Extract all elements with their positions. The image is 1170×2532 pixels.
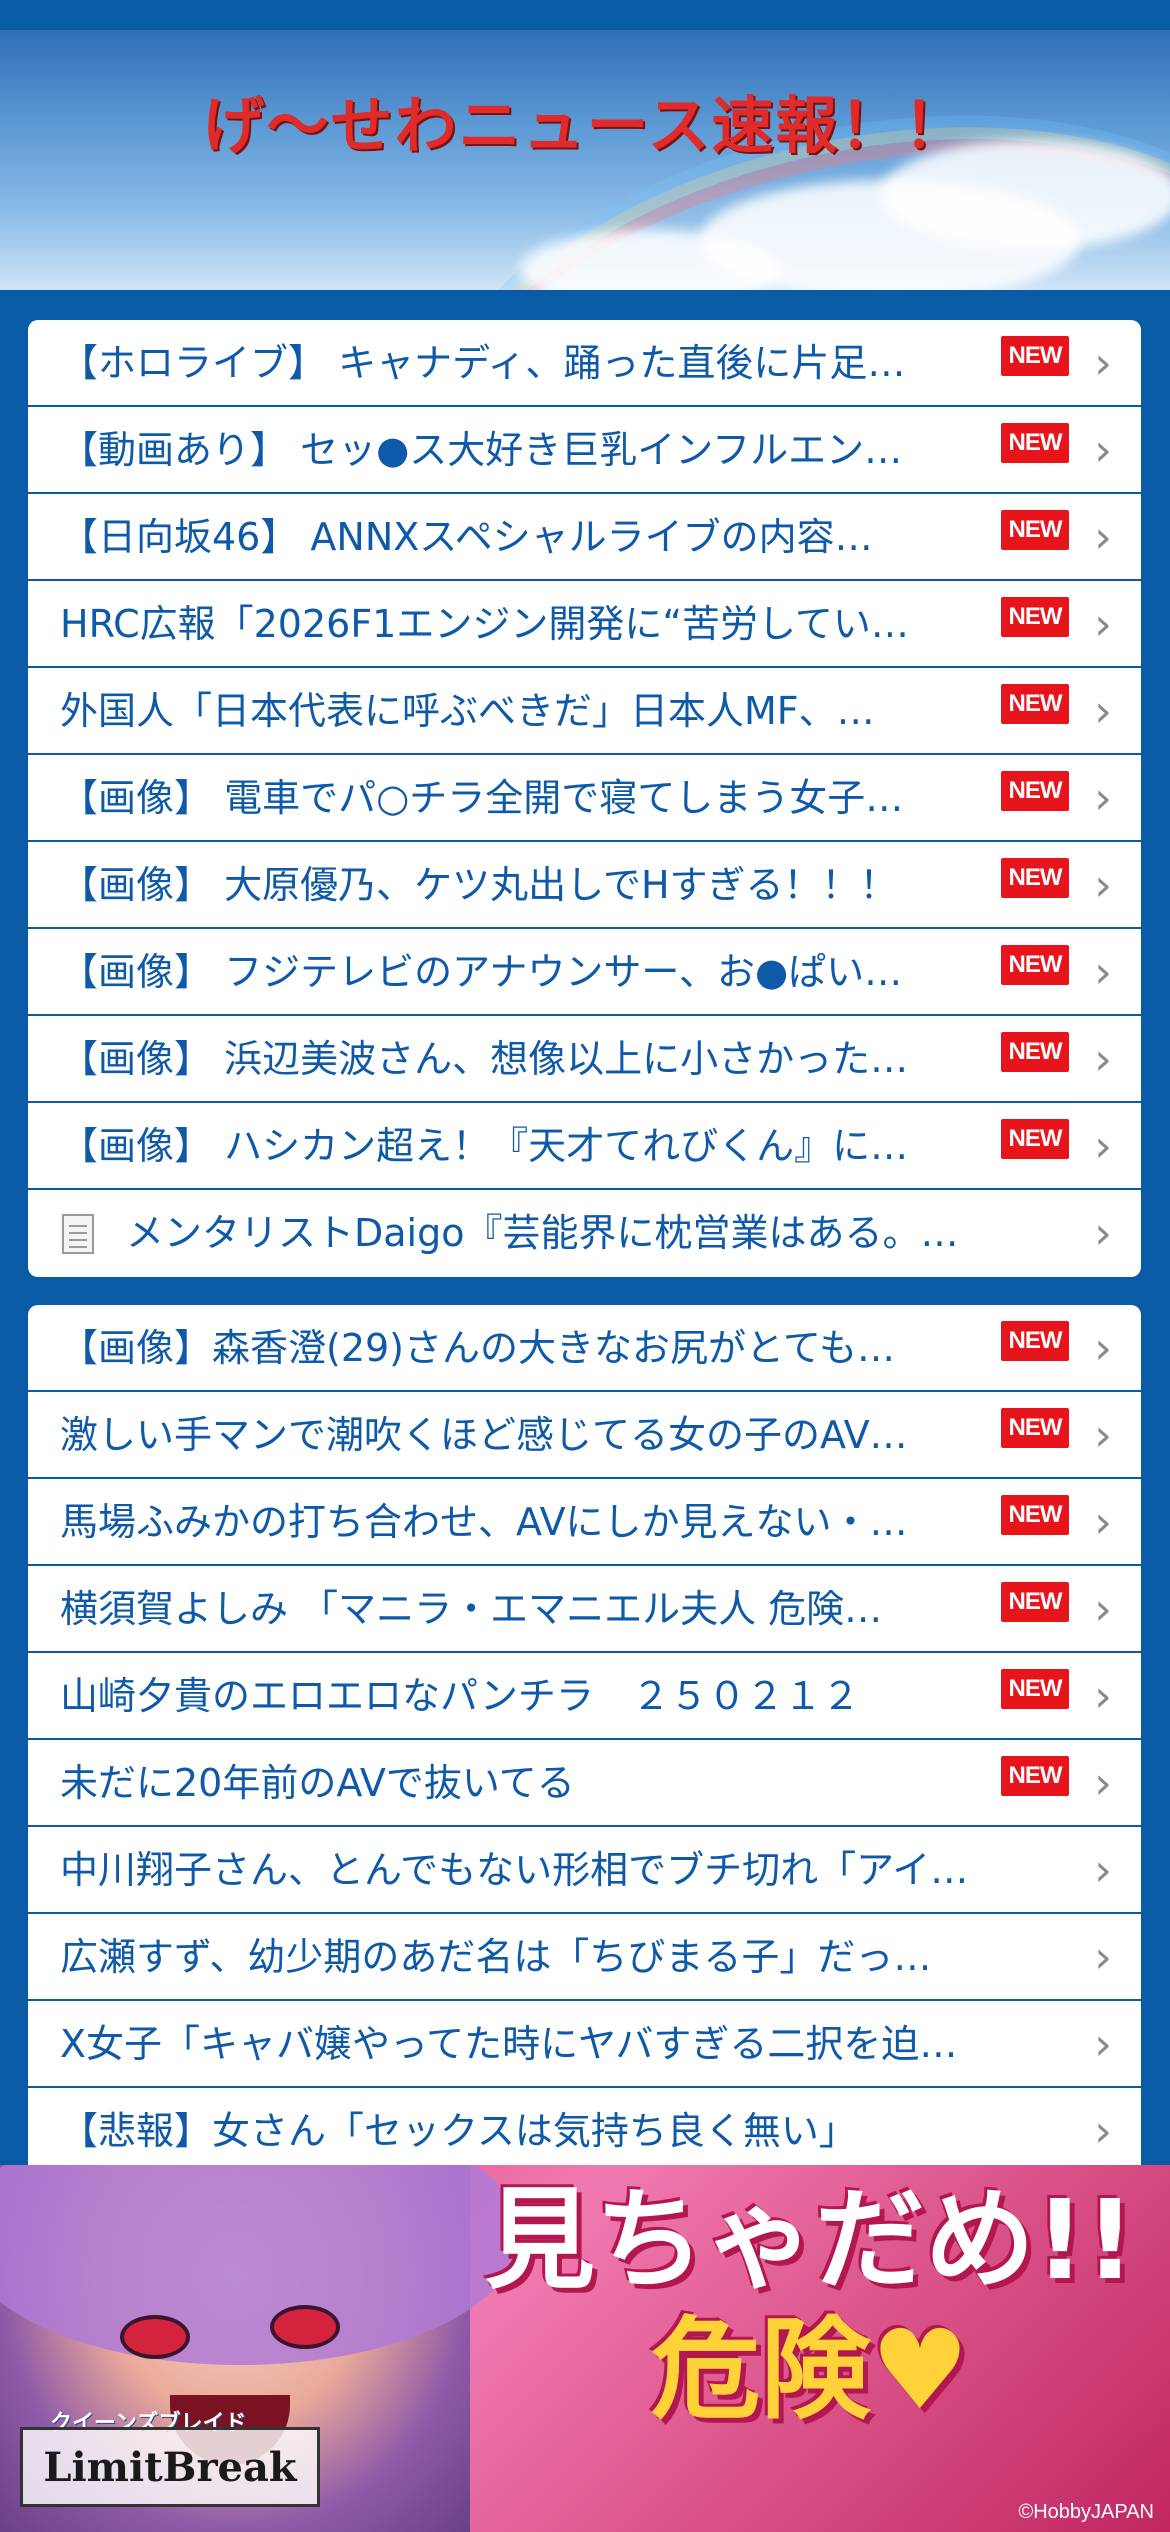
news-list-item[interactable]: 【日向坂46】 ANNXスペシャルライブの内容… NEW ›: [28, 494, 1141, 581]
advertisement-banner[interactable]: クイーンズブレイド LimitBreak 見ちゃだめ!! 危険♥ ©HobbyJ…: [0, 2165, 1170, 2532]
news-headline: 広瀬すず、幼少期のあだ名は「ちびまる子」だっ…: [60, 1935, 932, 1979]
document-icon: [62, 1214, 94, 1254]
new-badge: NEW: [1001, 1321, 1069, 1361]
news-headline: X女子「キャバ嬢やってた時にヤバすぎる二択を迫…: [60, 2022, 958, 2066]
news-list-item[interactable]: 激しい手マンで潮吹くほど感じてる女の子のAV… NEW ›: [28, 1392, 1141, 1479]
chevron-right-icon: ›: [1094, 1208, 1112, 1259]
new-badge: NEW: [1001, 336, 1069, 376]
news-headline: 激しい手マンで潮吹くほど感じてる女の子のAV…: [60, 1413, 908, 1457]
ad-character-hair: [0, 2165, 520, 2365]
news-headline: 横須賀よしみ 「マニラ・エマニエル夫人 危険…: [60, 1587, 883, 1631]
news-list-item[interactable]: 【画像】 浜辺美波さん、想像以上に小さかった… NEW ›: [28, 1016, 1141, 1103]
new-badge: NEW: [1001, 684, 1069, 724]
chevron-right-icon: ›: [1094, 512, 1112, 563]
news-list-item[interactable]: 【悲報】女さん「セックスは気持ち良く無い」 ›: [28, 2088, 1141, 2175]
news-list-item[interactable]: HRC広報「2026F1エンジン開発に“苦労してい… NEW ›: [28, 581, 1141, 668]
news-list-item[interactable]: 横須賀よしみ 「マニラ・エマニエル夫人 危険… NEW ›: [28, 1566, 1141, 1653]
chevron-right-icon: ›: [1094, 1845, 1112, 1896]
news-list-item[interactable]: 馬場ふみかの打ち合わせ、AVにしか見えない・… NEW ›: [28, 1479, 1141, 1566]
site-title: げ〜せわニュース速報！！: [202, 89, 968, 162]
chevron-right-icon: ›: [1094, 2106, 1112, 2157]
news-headline: 【画像】 ハシカン超え！『天才てれびくん』に…: [60, 1124, 909, 1168]
chevron-right-icon: ›: [1094, 425, 1112, 476]
new-badge: NEW: [1001, 1408, 1069, 1448]
new-badge: NEW: [1001, 1495, 1069, 1535]
news-headline: 【画像】森香澄(29)さんの大きなお尻がとても…: [60, 1326, 895, 1370]
chevron-right-icon: ›: [1094, 947, 1112, 998]
new-badge: NEW: [1001, 510, 1069, 550]
news-list-item[interactable]: 【ホロライブ】 キャナディ、踊った直後に片足… NEW ›: [28, 320, 1141, 407]
ad-headline-line1: 見ちゃだめ!!: [484, 2176, 1136, 2304]
ad-headline-line2: 危険♥: [650, 2306, 970, 2434]
new-badge: NEW: [1001, 945, 1069, 985]
new-badge: NEW: [1001, 597, 1069, 637]
new-badge: NEW: [1001, 1582, 1069, 1622]
new-badge: NEW: [1001, 771, 1069, 811]
news-headline: 【画像】 フジテレビのアナウンサー、お●ぱい…: [60, 950, 903, 994]
chevron-right-icon: ›: [1094, 599, 1112, 650]
site-banner[interactable]: げ〜せわニュース速報！！: [0, 30, 1170, 290]
chevron-right-icon: ›: [1094, 1497, 1112, 1548]
news-headline: 馬場ふみかの打ち合わせ、AVにしか見えない・…: [60, 1500, 908, 1544]
chevron-right-icon: ›: [1094, 1121, 1112, 1172]
news-headline: メンタリストDaigo『芸能界に枕営業はある。…: [126, 1211, 959, 1255]
news-headline: 中川翔子さん、とんでもない形相でブチ切れ「アイ…: [60, 1848, 969, 1892]
ad-copyright: ©HobbyJAPAN: [1018, 2501, 1154, 2523]
news-list-item[interactable]: 未だに20年前のAVで抜いてる NEW ›: [28, 1740, 1141, 1827]
news-list-item[interactable]: 山崎夕貴のエロエロなパンチラ ２５０２１２ NEW ›: [28, 1653, 1141, 1740]
chevron-right-icon: ›: [1094, 1758, 1112, 1809]
news-headline: 【日向坂46】 ANNXスペシャルライブの内容…: [60, 515, 873, 559]
chevron-right-icon: ›: [1094, 2019, 1112, 2070]
news-list-item[interactable]: 【画像】 電車でパ○チラ全開で寝てしまう女子… NEW ›: [28, 755, 1141, 842]
news-headline: 未だに20年前のAVで抜いてる: [60, 1761, 575, 1805]
news-headline: 【ホロライブ】 キャナディ、踊った直後に片足…: [60, 341, 906, 385]
news-list-item[interactable]: 外国人「日本代表に呼ぶべきだ」日本人MF、… NEW ›: [28, 668, 1141, 755]
news-headline: 山崎夕貴のエロエロなパンチラ ２５０２１２: [60, 1674, 860, 1718]
chevron-right-icon: ›: [1094, 338, 1112, 389]
new-badge: NEW: [1001, 858, 1069, 898]
chevron-right-icon: ›: [1094, 860, 1112, 911]
news-list-item[interactable]: 中川翔子さん、とんでもない形相でブチ切れ「アイ… ›: [28, 1827, 1141, 1914]
news-headline: 【画像】 大原優乃、ケツ丸出しでHすぎる！！！: [60, 863, 898, 907]
news-list-item[interactable]: 【画像】 フジテレビのアナウンサー、お●ぱい… NEW ›: [28, 929, 1141, 1016]
news-headline: 【画像】 浜辺美波さん、想像以上に小さかった…: [60, 1037, 909, 1081]
ad-headline: 見ちゃだめ!! 危険♥: [470, 2175, 1150, 2435]
chevron-right-icon: ›: [1094, 773, 1112, 824]
news-list-primary: 【ホロライブ】 キャナディ、踊った直後に片足… NEW › 【動画あり】 セッ●ス大好…: [28, 320, 1141, 1277]
ad-logo: LimitBreak: [20, 2427, 320, 2507]
new-badge: NEW: [1001, 1032, 1069, 1072]
news-headline: HRC広報「2026F1エンジン開発に“苦労してい…: [60, 602, 909, 646]
ad-character-eye: [120, 2315, 190, 2359]
new-badge: NEW: [1001, 1119, 1069, 1159]
chevron-right-icon: ›: [1094, 1584, 1112, 1635]
news-headline: 【動画あり】 セッ●ス大好き巨乳インフルエン…: [60, 428, 903, 472]
new-badge: NEW: [1001, 1669, 1069, 1709]
news-list-secondary: 【画像】森香澄(29)さんの大きなお尻がとても… NEW › 激しい手マンで潮吹くほど…: [28, 1305, 1141, 2175]
chevron-right-icon: ›: [1094, 1671, 1112, 1722]
new-badge: NEW: [1001, 1756, 1069, 1796]
news-list-item[interactable]: 【画像】 大原優乃、ケツ丸出しでHすぎる！！！ NEW ›: [28, 842, 1141, 929]
news-list-item[interactable]: 【動画あり】 セッ●ス大好き巨乳インフルエン… NEW ›: [28, 407, 1141, 494]
chevron-right-icon: ›: [1094, 1034, 1112, 1085]
news-list-item[interactable]: 広瀬すず、幼少期のあだ名は「ちびまる子」だっ… ›: [28, 1914, 1141, 2001]
news-list-item[interactable]: メンタリストDaigo『芸能界に枕営業はある。… ›: [28, 1190, 1141, 1277]
new-badge: NEW: [1001, 423, 1069, 463]
news-headline: 【悲報】女さん「セックスは気持ち良く無い」: [60, 2109, 857, 2153]
news-list-item[interactable]: 【画像】 ハシカン超え！『天才てれびくん』に… NEW ›: [28, 1103, 1141, 1190]
ad-character-eye: [270, 2305, 340, 2349]
news-headline: 【画像】 電車でパ○チラ全開で寝てしまう女子…: [60, 776, 904, 820]
chevron-right-icon: ›: [1094, 686, 1112, 737]
news-headline: 外国人「日本代表に呼ぶべきだ」日本人MF、…: [60, 689, 875, 733]
chevron-right-icon: ›: [1094, 1932, 1112, 1983]
news-list-item[interactable]: 【画像】森香澄(29)さんの大きなお尻がとても… NEW ›: [28, 1305, 1141, 1392]
news-list-item[interactable]: X女子「キャバ嬢やってた時にヤバすぎる二択を迫… ›: [28, 2001, 1141, 2088]
chevron-right-icon: ›: [1094, 1323, 1112, 1374]
chevron-right-icon: ›: [1094, 1410, 1112, 1461]
